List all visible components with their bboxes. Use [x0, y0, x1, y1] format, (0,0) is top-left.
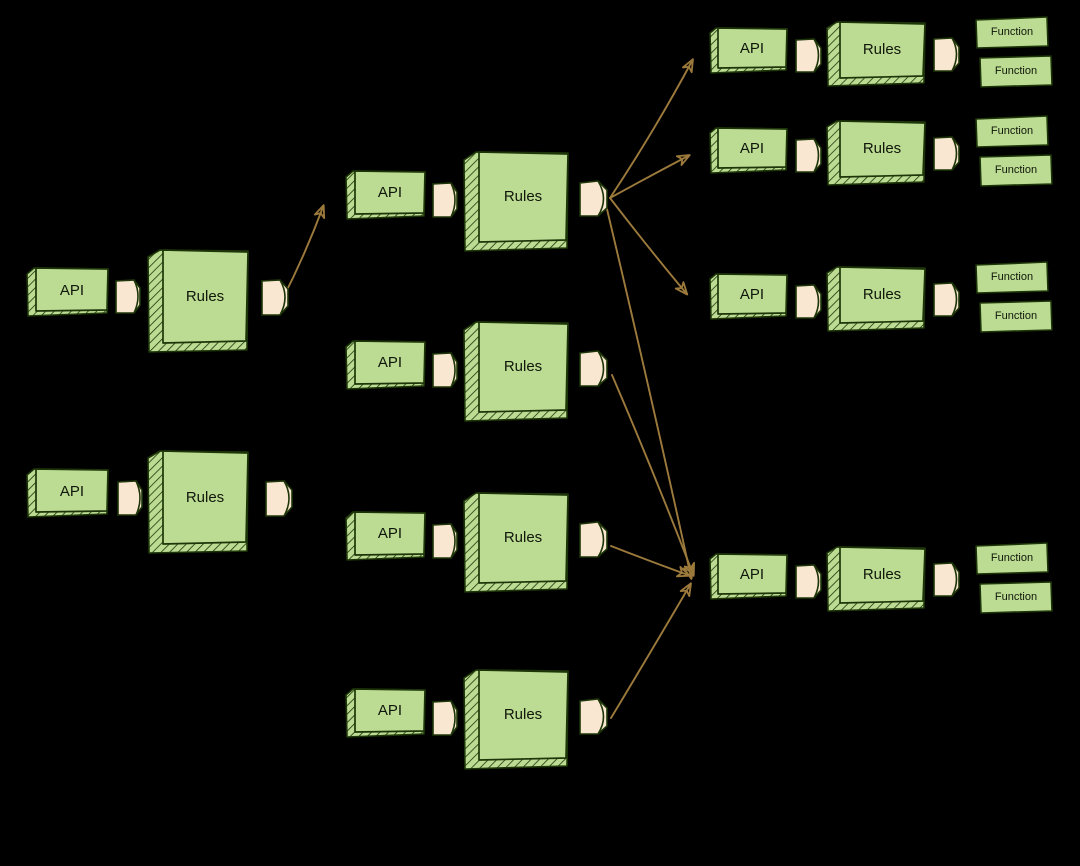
connector-c2r1-mid[interactable]: [432, 182, 458, 218]
connector-c3r1-out[interactable]: [933, 37, 960, 72]
label-c2r3-api: API: [355, 513, 425, 554]
connector-c2r4-mid[interactable]: [432, 700, 458, 736]
api-text: API: [377, 702, 403, 719]
label-c1r2-rules: Rules: [163, 452, 247, 542]
function-text: Function: [994, 591, 1038, 603]
rules-text: Rules: [503, 358, 543, 375]
connector-c3r2-out[interactable]: [933, 136, 960, 171]
api-text: API: [739, 285, 765, 303]
function-text: Function: [994, 310, 1038, 322]
api-text: API: [377, 184, 403, 201]
label-c3r3-rules: Rules: [840, 268, 924, 321]
connector-c1r1-mid[interactable]: [115, 279, 141, 314]
function-text: Function: [990, 552, 1034, 564]
connector-c3r1-mid[interactable]: [795, 38, 822, 73]
label-c3r1-function-2: Function: [981, 57, 1051, 85]
label-c2r1-rules: Rules: [479, 153, 567, 240]
function-text: Function: [994, 164, 1038, 176]
label-c3r2-function-1: Function: [977, 117, 1047, 145]
api-text: API: [739, 565, 765, 583]
label-c3r1-function-1: Function: [977, 18, 1047, 46]
api-text: API: [739, 139, 765, 157]
connector-c3r3-mid[interactable]: [795, 284, 822, 319]
connector-c3r3-out[interactable]: [933, 282, 960, 317]
label-c2r1-api: API: [355, 172, 425, 213]
label-c2r4-rules: Rules: [479, 671, 567, 758]
function-text: Function: [994, 65, 1038, 77]
connector-c3r4-out[interactable]: [933, 562, 960, 597]
rules-text: Rules: [862, 286, 902, 303]
label-c3r2-rules: Rules: [840, 122, 924, 175]
label-c2r3-rules: Rules: [479, 494, 567, 581]
api-text: API: [59, 281, 85, 299]
rules-text: Rules: [862, 566, 902, 583]
function-text: Function: [990, 271, 1034, 283]
function-text: Function: [990, 125, 1034, 137]
label-c1r1-api: API: [36, 269, 108, 311]
connector-c1r1-out[interactable]: [261, 279, 289, 316]
rules-text: Rules: [862, 41, 902, 58]
api-text: API: [377, 354, 403, 371]
rules-text: Rules: [503, 188, 543, 205]
connector-c3r2-mid[interactable]: [795, 138, 822, 173]
label-c1r1-rules: Rules: [163, 251, 247, 341]
label-c3r1-rules: Rules: [840, 23, 924, 76]
function-text: Function: [990, 26, 1034, 38]
rules-text: Rules: [862, 140, 902, 157]
label-c3r4-rules: Rules: [840, 548, 924, 601]
label-c3r4-api: API: [718, 555, 786, 593]
connector-c3r4-mid[interactable]: [795, 564, 822, 599]
connector-c2r1-out[interactable]: [579, 180, 608, 217]
label-c2r2-api: API: [355, 342, 425, 383]
api-text: API: [739, 39, 765, 57]
label-c3r4-function-1: Function: [977, 544, 1047, 572]
label-c2r4-api: API: [355, 690, 425, 731]
label-c3r3-api: API: [718, 275, 786, 313]
label-c1r2-api: API: [36, 470, 108, 512]
connector-c2r4-out[interactable]: [579, 698, 608, 735]
rules-text: Rules: [503, 529, 543, 546]
label-c3r1-api: API: [718, 29, 786, 67]
label-c3r4-function-2: Function: [981, 583, 1051, 611]
connector-c2r3-mid[interactable]: [432, 523, 458, 559]
rules-text: Rules: [185, 488, 225, 506]
rules-text: Rules: [185, 287, 225, 305]
connector-c2r3-out[interactable]: [579, 521, 608, 558]
api-text: API: [59, 482, 85, 500]
diagram-canvas: API Rules API Rules API Rules API Rules …: [0, 0, 1080, 866]
connector-c2r2-mid[interactable]: [432, 352, 458, 388]
connector-c2r2-out[interactable]: [579, 350, 608, 387]
rules-text: Rules: [503, 706, 543, 723]
label-c3r3-function-2: Function: [981, 302, 1051, 330]
connector-c1r2-out[interactable]: [265, 480, 293, 517]
label-c2r2-rules: Rules: [479, 323, 567, 410]
connector-c1r2-mid[interactable]: [117, 480, 143, 516]
label-c3r3-function-1: Function: [977, 263, 1047, 291]
label-c3r2-api: API: [718, 129, 786, 167]
label-c3r2-function-2: Function: [981, 156, 1051, 184]
api-text: API: [377, 525, 403, 542]
